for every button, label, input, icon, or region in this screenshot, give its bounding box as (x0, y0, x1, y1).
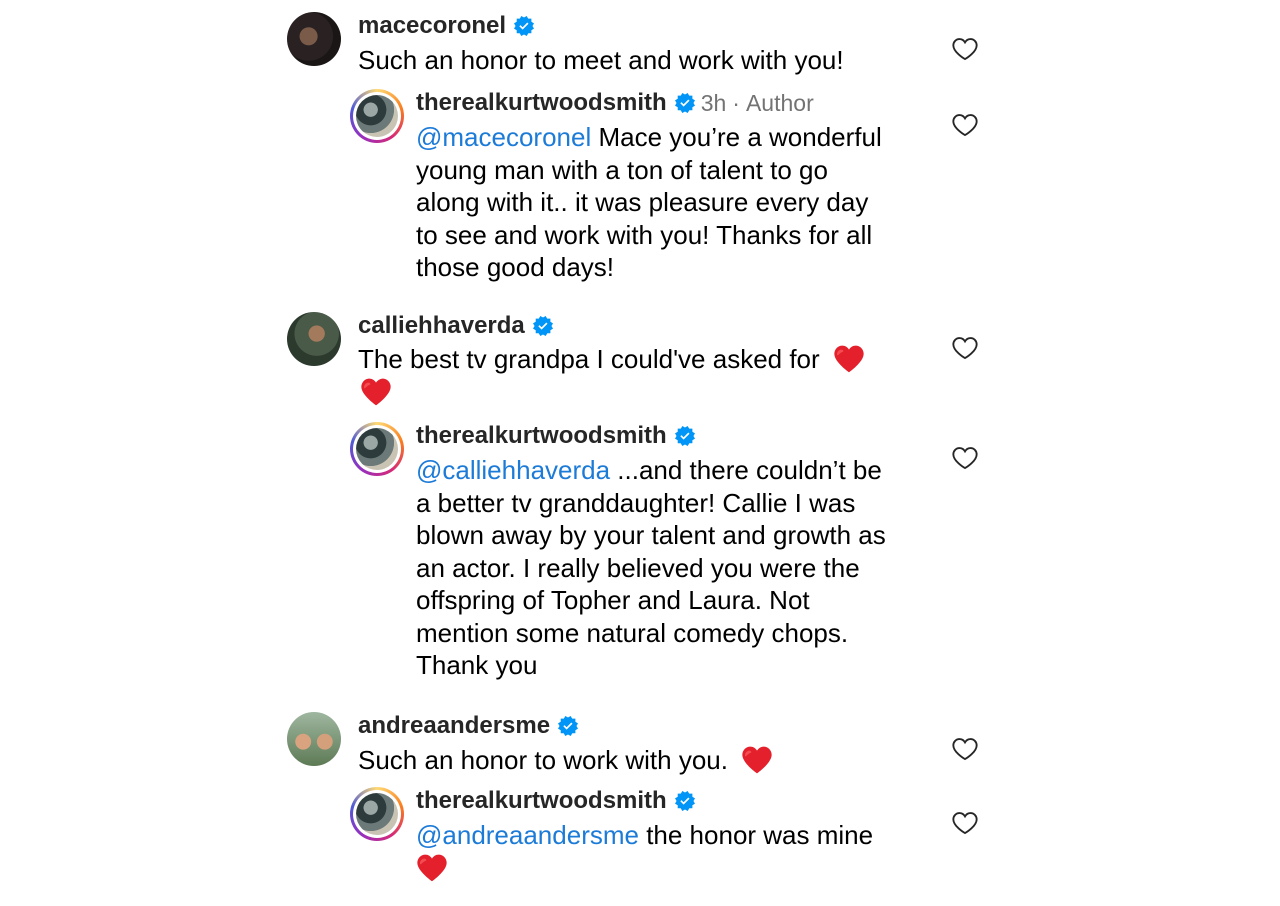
comment-body: The best tv grandpa I could've asked for (358, 344, 820, 374)
username[interactable]: macecoronel (358, 12, 506, 40)
meta-separator: · (732, 89, 740, 116)
comment-body: Such an honor to work with you. (358, 745, 728, 775)
red-heart-emoji (416, 853, 448, 883)
reply-line: young man with a ton of talent to go (416, 154, 828, 185)
reply-line: those good days! (416, 252, 615, 282)
username[interactable]: andreaandersme (358, 712, 550, 740)
username-row: macecoronel (358, 12, 534, 40)
username[interactable]: therealkurtwoodsmith (416, 89, 667, 117)
like-heart-icon[interactable] (950, 809, 980, 837)
like-heart-icon[interactable] (950, 35, 980, 63)
avatar[interactable] (287, 312, 341, 366)
like-heart-icon[interactable] (950, 334, 980, 362)
like-heart-icon[interactable] (950, 444, 980, 472)
reply-line: offspring of Topher and Laura. Not (416, 585, 810, 615)
username-row: andreaandersme (358, 712, 578, 740)
timestamp: 3h (700, 89, 727, 116)
username[interactable]: calliehhaverda (358, 312, 525, 340)
red-heart-emoji (741, 745, 773, 775)
reply-text: @calliehhaverda ...and there couldn’t be… (416, 454, 936, 682)
verified-badge-icon (675, 93, 695, 113)
reply-line: a better tv granddaughter! Callie I was (416, 487, 856, 518)
reply-line: the honor was mine (638, 820, 874, 850)
reply-line: Thank you (416, 650, 538, 680)
reply-line: mention some natural comedy chops. (416, 617, 849, 648)
username-row: therealkurtwoodsmith 3h · Author (416, 89, 814, 117)
like-heart-icon[interactable] (950, 111, 980, 139)
comment-text: The best tv grandpa I could've asked for (358, 343, 918, 408)
avatar[interactable] (287, 712, 341, 766)
verified-badge-icon (514, 16, 534, 36)
verified-badge-icon (533, 316, 553, 336)
mention-link[interactable]: @andreaandersme (416, 820, 639, 850)
username[interactable]: therealkurtwoodsmith (416, 787, 667, 815)
comment-text: Such an honor to meet and work with you! (358, 44, 844, 77)
avatar[interactable] (350, 787, 404, 841)
comment-body: Such an honor to meet and work with you! (358, 45, 844, 75)
reply-text: @macecoronel Mace you’re a wonderful you… (416, 121, 936, 284)
author-badge: Author (745, 89, 814, 116)
verified-badge-icon (558, 716, 578, 736)
red-heart-emoji (833, 344, 865, 374)
avatar[interactable] (350, 422, 404, 476)
avatar[interactable] (287, 12, 341, 66)
mention-link[interactable]: @macecoronel (416, 122, 591, 152)
like-heart-icon[interactable] (950, 735, 980, 763)
reply-line: to see and work with you! Thanks for all (416, 219, 873, 250)
username-row: therealkurtwoodsmith (416, 787, 695, 815)
reply-line: blown away by your talent and growth as (416, 520, 886, 550)
reply-line: Mace you’re a wonderful (591, 122, 882, 152)
username[interactable]: therealkurtwoodsmith (416, 422, 667, 450)
verified-badge-icon (675, 791, 695, 811)
verified-badge-icon (675, 426, 695, 446)
username-row: therealkurtwoodsmith (416, 422, 695, 450)
username-row: calliehhaverda (358, 312, 553, 340)
reply-line: along with it.. it was pleasure every da… (416, 187, 869, 217)
reply-line: an actor. I really believed you were the (416, 552, 860, 583)
reply-line: ...and there couldn’t be (610, 455, 882, 485)
comment-text: Such an honor to work with you. (358, 744, 918, 777)
avatar[interactable] (350, 89, 404, 143)
mention-link[interactable]: @calliehhaverda (416, 455, 610, 485)
red-heart-emoji (360, 377, 392, 407)
reply-text: @andreaandersme the honor was mine (416, 819, 936, 884)
